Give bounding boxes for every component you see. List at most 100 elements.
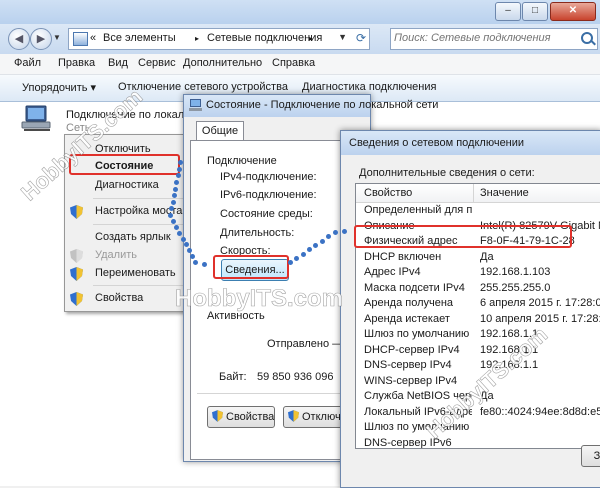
column-divider[interactable] [473, 184, 474, 202]
arrow-dot [171, 218, 177, 224]
value-cell: fe80::4024:94ee:8d8d:e593%1 [480, 405, 600, 418]
arrow-dot [288, 260, 293, 265]
breadcrumb-separator[interactable]: ▸ [309, 34, 313, 43]
refresh-icon[interactable]: ⟳ [356, 31, 366, 45]
status-dialog-titlebar: Состояние - Подключение по локальной сет… [184, 95, 438, 117]
details-caption: Дополнительные сведения о сети: [359, 167, 535, 179]
arrow-dot [170, 199, 176, 205]
network-adapter-icon[interactable] [20, 104, 54, 132]
property-cell: Аренда истекает [364, 312, 450, 325]
value-cell: 10 апреля 2015 г. 17:28:05 [480, 312, 600, 325]
table-row[interactable]: Шлюз по умолчанию IP...192.168.1.1 [356, 327, 600, 343]
context-item-rename[interactable]: Переименовать [65, 264, 191, 284]
details-list[interactable]: Свойство Значение Определенный для по...… [355, 183, 600, 449]
uac-shield-icon [288, 410, 299, 422]
table-row[interactable]: Определенный для по... [356, 203, 600, 219]
organize-button[interactable]: Упорядочить ▾ [22, 81, 96, 94]
table-row[interactable]: DHCP включен Да [356, 250, 600, 266]
search-icon[interactable] [581, 32, 593, 44]
uac-shield-icon [70, 249, 83, 263]
control-panel-icon [73, 32, 88, 46]
arrow-dot [306, 247, 312, 253]
menu-view[interactable]: Вид [108, 57, 128, 69]
arrow-dot [174, 224, 180, 230]
breadcrumb-overflow[interactable]: « [90, 32, 96, 44]
value-cell: Да [480, 250, 494, 263]
value-cell: 192.168.1.103 [480, 266, 551, 278]
bytes-sent-value: 59 850 936 096 [257, 371, 334, 383]
details-dialog: Сведения о сетевом подключении Дополните… [340, 130, 600, 488]
disable-device-button[interactable]: Отключение сетевого устройства [118, 81, 288, 93]
column-header-value[interactable]: Значение [480, 187, 529, 199]
back-button[interactable]: ◀ [8, 28, 30, 50]
context-item-label: Переименовать [95, 267, 176, 279]
history-dropdown-icon[interactable]: ▼ [53, 33, 61, 42]
table-row[interactable]: Шлюз по умолчанию IP... [356, 420, 600, 436]
property-cell: DNS-сервер IPv6 [364, 436, 452, 449]
close-button[interactable]: ✕ [550, 2, 596, 21]
value-cell: Да [480, 390, 494, 402]
breadcrumb-all-items[interactable]: Все элементы [103, 32, 176, 44]
table-row[interactable]: DNS-сервер IPv4 192.168.1.1 [356, 358, 600, 374]
arrow-dot [333, 230, 338, 235]
arrow-dot [294, 255, 300, 261]
table-row[interactable]: DNS-сервер IPv6 [356, 436, 600, 449]
menu-help[interactable]: Справка [272, 57, 315, 69]
minimize-button[interactable]: – [495, 2, 521, 21]
properties-button[interactable]: Свойства [207, 406, 275, 428]
value-cell: 255.255.255.0 [480, 281, 551, 294]
arrow-dot [173, 186, 178, 192]
search-box[interactable] [390, 28, 598, 50]
context-item-delete[interactable]: Удалить [65, 246, 191, 266]
breadcrumb-separator[interactable]: ▸ [195, 34, 199, 43]
table-row[interactable]: Аренда получена 6 апреля 2015 г. 17:28:05 [356, 296, 600, 312]
table-row[interactable]: Маска подсети IPv4 255.255.255.0 [356, 281, 600, 297]
arrow-dot [313, 243, 318, 248]
arrow-dot [171, 193, 177, 199]
arrow-dot [178, 160, 183, 165]
uac-shield-icon [212, 410, 223, 422]
property-cell: WINS-сервер IPv4 [364, 374, 458, 387]
maximize-button[interactable]: □ [522, 2, 548, 21]
breadcrumb-network-connections[interactable]: Сетевые подключения [207, 32, 322, 44]
connection-section-label: Подключение [207, 155, 277, 167]
tab-general[interactable]: Общие [196, 121, 244, 141]
address-dropdown-icon[interactable]: ▼ [338, 32, 347, 42]
search-input[interactable] [394, 31, 574, 45]
arrow-dot [193, 260, 198, 265]
property-cell: DHCP-сервер IPv4 [364, 343, 460, 356]
arrow-dot [176, 166, 182, 172]
arrow-dot [168, 213, 173, 218]
menu-file[interactable]: Файл [14, 57, 41, 69]
column-header-property[interactable]: Свойство [364, 187, 412, 199]
ipv6-label: IPv6-подключение: [220, 189, 317, 201]
diagnose-connection-button[interactable]: Диагностика подключения [302, 81, 436, 93]
table-row[interactable]: Адрес IPv4 192.168.1.103 [356, 265, 600, 281]
mac-address-highlight-box [354, 225, 572, 248]
menu-bar: Файл Правка Вид Сервис Дополнительно Спр… [0, 54, 600, 75]
arrow-dot [189, 254, 195, 260]
property-cell: DHCP включен [364, 250, 442, 263]
context-item-shortcut[interactable]: Создать ярлык [65, 228, 191, 248]
table-row[interactable]: Аренда истекает 10 апреля 2015 г. 17:28:0… [356, 312, 600, 328]
sent-label: Отправлено — [267, 338, 344, 350]
address-bar[interactable]: « Все элементы ▸ Сетевые подключения ▸ ▼… [68, 28, 370, 50]
close-details-button[interactable]: З [581, 445, 600, 467]
table-row[interactable]: DHCP-сервер IPv4 192.168.1.1 [356, 343, 600, 359]
watermark: HobbyITS.com [175, 285, 344, 313]
menu-edit[interactable]: Правка [58, 57, 95, 69]
property-cell: Определенный для по... [364, 204, 472, 216]
property-cell: Маска подсети IPv4 [364, 281, 465, 294]
bytes-label: Байт: [219, 371, 247, 383]
property-cell: Адрес IPv4 [364, 266, 421, 278]
menu-separator [93, 198, 189, 199]
context-item-properties[interactable]: Свойства [65, 289, 191, 309]
property-cell: Шлюз по умолчанию IP... [364, 328, 472, 340]
value-cell: 6 апреля 2015 г. 17:28:05 [480, 297, 600, 309]
details-dialog-titlebar: Сведения о сетевом подключении [341, 131, 600, 155]
forward-button[interactable]: ▶ [30, 28, 52, 50]
arrow-dot [201, 262, 207, 267]
menu-advanced[interactable]: Дополнительно [183, 57, 262, 69]
menu-tools[interactable]: Сервис [138, 57, 176, 69]
navigation-bar: ◀ ▶ ▼ « Все элементы ▸ Сетевые подключен… [0, 24, 600, 54]
